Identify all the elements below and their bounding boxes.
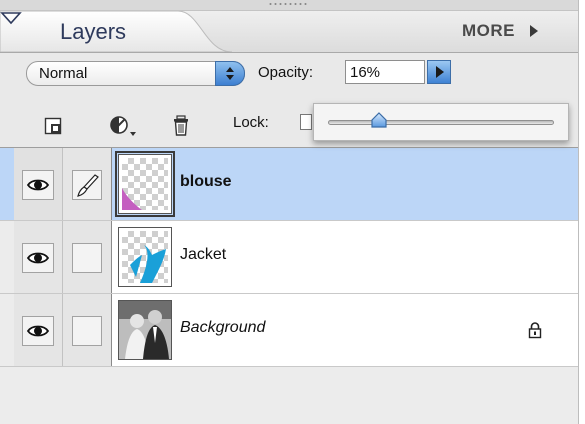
panel-right-edge — [578, 0, 585, 424]
lock-label: Lock: — [233, 114, 269, 131]
layer-row-background[interactable]: Background — [0, 294, 578, 367]
brush-icon — [77, 174, 99, 197]
lock-transparency-checkbox[interactable] — [300, 114, 312, 130]
link-cell[interactable] — [63, 148, 112, 220]
eye-icon — [26, 325, 50, 337]
opacity-input[interactable] — [345, 60, 425, 84]
trash-icon[interactable] — [172, 115, 190, 137]
panel-resize-grip[interactable] — [0, 0, 578, 11]
eye-icon — [26, 179, 50, 191]
blend-mode-value: Normal — [39, 65, 88, 82]
panel-header: Layers MORE — [0, 11, 578, 53]
visibility-cell[interactable] — [14, 294, 63, 366]
visibility-cell[interactable] — [14, 221, 63, 293]
jacket-thumbnail-shape — [130, 245, 166, 283]
layer-row-jacket[interactable]: Jacket — [0, 221, 578, 294]
layer-content[interactable]: blouse — [112, 148, 578, 220]
visibility-toggle[interactable] — [22, 316, 54, 346]
layer-row-blouse[interactable]: blouse — [0, 148, 578, 221]
opacity-slider-toggle-button[interactable] — [427, 60, 451, 84]
layer-name: Background — [180, 319, 266, 336]
layer-thumbnail — [118, 300, 172, 360]
opacity-slider-thumb-icon[interactable] — [370, 112, 388, 130]
visibility-toggle[interactable] — [22, 170, 54, 200]
new-layer-icon[interactable] — [44, 117, 62, 135]
layer-thumbnail — [115, 151, 175, 217]
link-toggle[interactable] — [72, 316, 102, 346]
link-toggle[interactable] — [72, 243, 102, 273]
blend-options-row: Normal Opacity: — [0, 53, 578, 105]
adjustment-layer-icon[interactable] — [109, 115, 137, 139]
grip-dots — [268, 3, 308, 5]
blend-mode-stepper-icon[interactable] — [215, 61, 245, 86]
more-arrow-icon[interactable] — [530, 25, 538, 37]
panel-title: Layers — [60, 19, 127, 44]
blouse-thumbnail-shape — [122, 188, 142, 210]
photo-thumbnail — [119, 301, 171, 359]
layer-thumbnail — [118, 227, 172, 287]
layer-content[interactable]: Jacket — [112, 221, 578, 293]
layers-list: blouse Jacket Background — [0, 148, 578, 424]
layer-content[interactable]: Background — [112, 294, 578, 366]
padlock-icon — [528, 322, 542, 339]
more-menu-button[interactable]: MORE — [462, 21, 515, 41]
collapse-triangle-icon[interactable] — [0, 11, 22, 25]
layers-panel: Layers MORE Normal Opacity: 16% Lock: bl… — [0, 0, 585, 424]
link-cell[interactable] — [63, 221, 112, 293]
blend-mode-select[interactable]: Normal — [26, 61, 245, 86]
panel-tab[interactable]: Layers — [0, 11, 233, 52]
visibility-toggle[interactable] — [22, 243, 54, 273]
layer-name: blouse — [180, 173, 232, 190]
opacity-slider-popup — [313, 103, 569, 141]
visibility-cell[interactable] — [14, 148, 63, 220]
opacity-slider-track[interactable] — [328, 120, 554, 125]
link-cell[interactable] — [63, 294, 112, 366]
layer-name: Jacket — [180, 246, 227, 263]
link-toggle[interactable] — [72, 170, 102, 200]
eye-icon — [26, 252, 50, 264]
opacity-label: Opacity: — [258, 64, 314, 81]
